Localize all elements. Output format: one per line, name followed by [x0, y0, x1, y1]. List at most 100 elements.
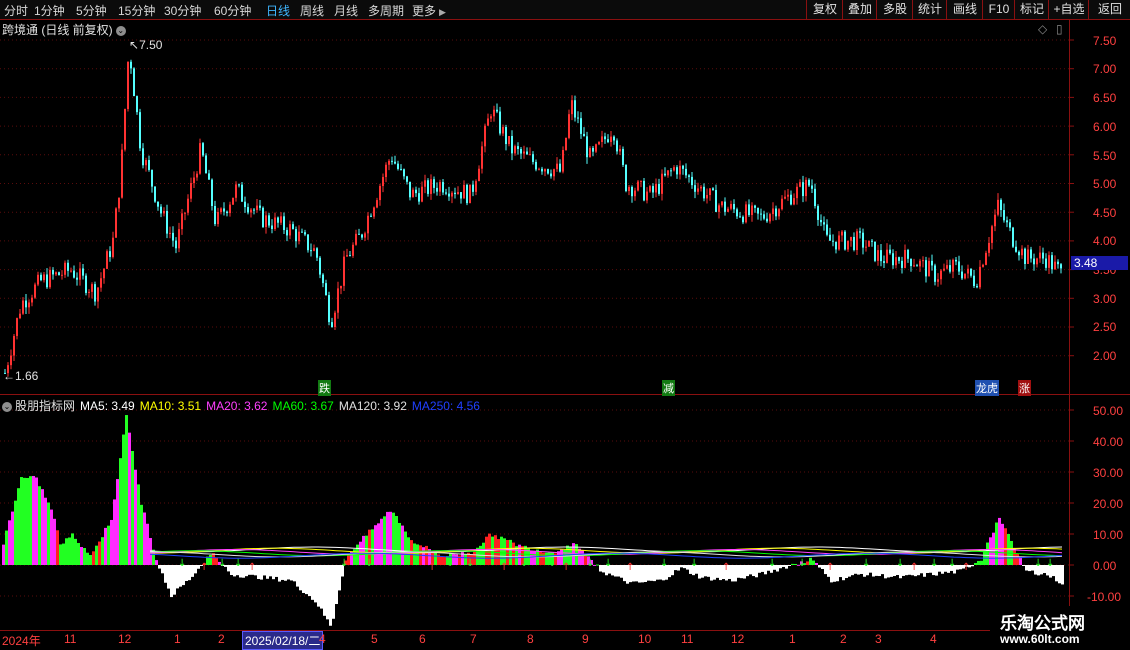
candle-body	[124, 109, 126, 150]
candle-body	[310, 250, 312, 252]
ma20-value: MA20: 3.62	[206, 399, 268, 413]
candle-body	[631, 186, 633, 197]
signal-arrow: ↑	[428, 562, 436, 573]
candle-body	[454, 192, 456, 195]
candle-body	[892, 253, 894, 266]
candle-body	[1012, 227, 1014, 247]
candle-body	[496, 109, 498, 112]
candle-body	[724, 201, 726, 212]
indicator-bar	[1061, 565, 1064, 585]
indicator-bar	[755, 565, 758, 578]
indicator-bar	[944, 565, 947, 572]
signal-arrow: ↑	[562, 562, 570, 573]
candle-body	[148, 160, 150, 170]
candle-body	[1054, 261, 1056, 270]
price-tick: 4.50	[1093, 206, 1117, 220]
event-badge-reduce[interactable]: 减	[662, 380, 675, 396]
candle-body	[856, 231, 858, 250]
candle-body	[622, 148, 624, 165]
candle-body	[727, 208, 729, 212]
signal-arrow: ↓	[586, 558, 594, 569]
candle-body	[862, 232, 864, 248]
candle-body	[373, 207, 375, 217]
candle-body	[658, 183, 660, 194]
min-price-value: 1.66	[15, 369, 39, 383]
event-badge-fall[interactable]: 跌	[318, 380, 331, 396]
candle-body	[1006, 220, 1008, 223]
candle-body	[160, 206, 162, 214]
candle-body	[589, 147, 591, 158]
candle-body	[547, 169, 549, 174]
candle-body	[325, 283, 327, 296]
candle-body	[136, 96, 138, 113]
indicator-bar	[395, 516, 398, 565]
candle-body	[472, 184, 474, 192]
candle-body	[439, 182, 441, 192]
signal-arrow: ↑	[826, 562, 834, 573]
indicator-bar	[650, 565, 653, 581]
candle-body	[382, 177, 384, 187]
candle-body	[700, 186, 702, 189]
indicator-bar	[392, 512, 395, 565]
indicator-bar	[383, 516, 386, 565]
candle-body	[427, 180, 429, 194]
candle-body	[1003, 210, 1005, 221]
chevron-down-icon[interactable]: ⌄	[2, 401, 12, 412]
chart-canvas[interactable]: ↓ ↑ ↓ ↓ ↑ ↓ ↓ ↑ ↓ ↓ ↑ ↓ ↓ ↑ ↓ ↓ ↑ ↓ ↓ ↑ ↓ ↓ ↑ ↓ ↓ ↑ ↓ ↓ ↑ ↓ ↓	[0, 0, 1130, 650]
candle-body	[1060, 264, 1062, 269]
candle-body	[814, 188, 816, 207]
candle-body	[811, 185, 813, 189]
indicator-bar	[50, 509, 53, 565]
date-label: 2	[218, 632, 225, 646]
candle-body	[592, 147, 594, 152]
candle-body	[673, 167, 675, 171]
selected-date[interactable]: 2025/02/18/二	[242, 631, 324, 650]
candle-body	[466, 184, 468, 204]
indicator-bar	[53, 518, 56, 565]
candle-body	[619, 148, 621, 152]
ma5-value: MA5: 3.49	[80, 399, 135, 413]
event-badge-rise[interactable]: 涨	[1018, 380, 1031, 396]
candle-body	[280, 216, 282, 223]
candle-body	[853, 236, 855, 250]
date-label: 2024年	[2, 634, 41, 648]
event-badge-dragon-tiger[interactable]: 龙虎	[975, 380, 999, 396]
candle-body	[793, 198, 795, 205]
candle-body	[886, 249, 888, 263]
candle-body	[334, 312, 336, 328]
candle-body	[697, 188, 699, 192]
candle-body	[457, 192, 459, 195]
candle-body	[646, 191, 648, 201]
indicator-bar	[272, 565, 275, 580]
candle-body	[526, 151, 528, 155]
indicator-bar	[776, 565, 779, 572]
indicator-bar	[296, 565, 299, 587]
candle-body	[655, 183, 657, 193]
candle-body	[574, 100, 576, 118]
candle-body	[133, 68, 135, 97]
candle-body	[679, 165, 681, 175]
candle-body	[424, 180, 426, 187]
indicator-bar	[710, 565, 713, 581]
candle-body	[217, 212, 219, 225]
indicator-bar	[281, 565, 284, 580]
candle-body	[736, 209, 738, 217]
indicator-bar	[977, 560, 980, 565]
indicator-bar	[17, 488, 20, 565]
candle-body	[1018, 251, 1020, 256]
indicator-bar	[299, 565, 302, 591]
candle-body	[172, 232, 174, 241]
indicator-bar	[503, 538, 506, 565]
indicator-bar	[101, 537, 104, 565]
candle-body	[40, 274, 42, 281]
price-tick: 5.00	[1093, 177, 1117, 191]
candle-body	[484, 125, 486, 147]
indicator-bar	[743, 565, 746, 579]
indicator-bar	[761, 565, 764, 572]
candle-body	[199, 143, 201, 174]
candle-body	[1000, 199, 1002, 211]
signal-arrow: ↓	[768, 558, 776, 569]
indicator-bar	[539, 551, 542, 565]
indicator-bar	[5, 530, 8, 565]
candle-body	[421, 186, 423, 202]
